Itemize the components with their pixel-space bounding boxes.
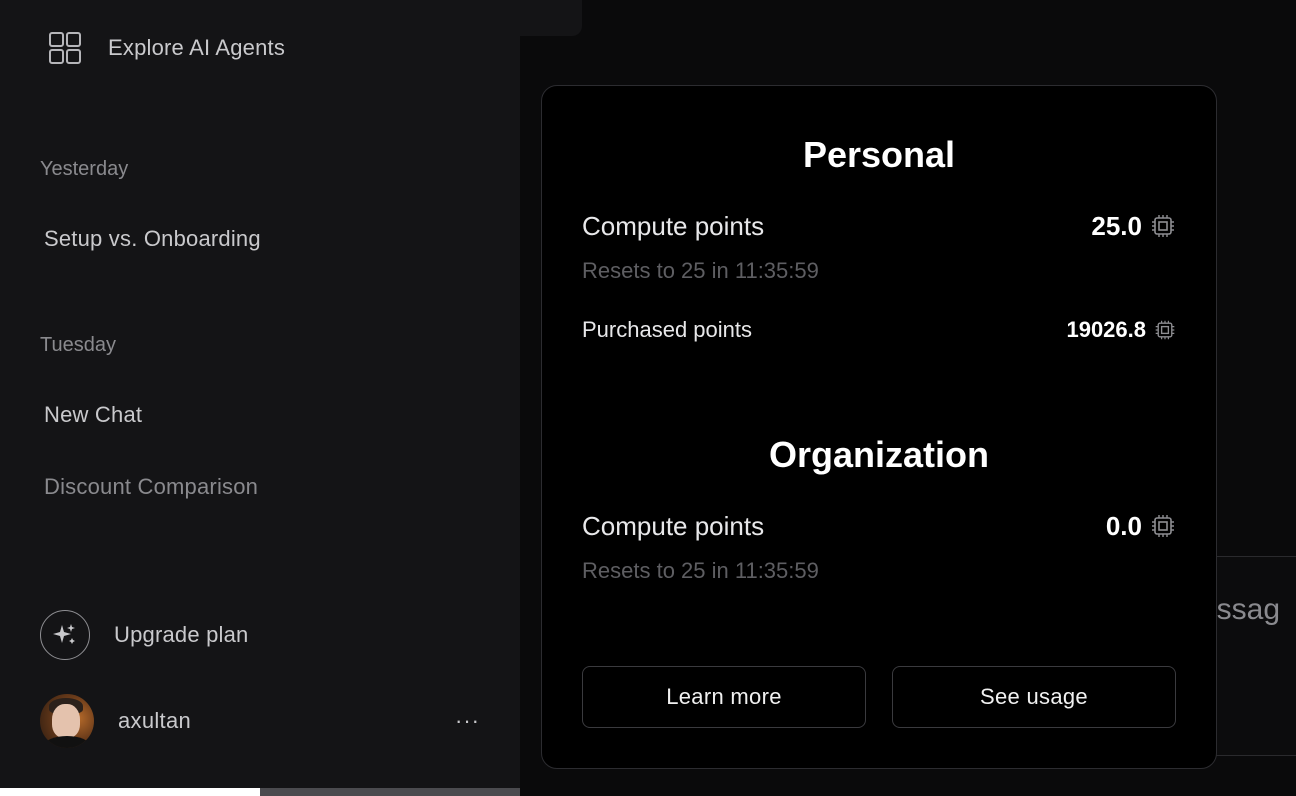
- explore-agents-link[interactable]: Explore AI Agents: [48, 30, 285, 66]
- personal-compute-row: Compute points 25.0: [582, 206, 1176, 246]
- user-profile-row[interactable]: axultan ···: [40, 694, 488, 748]
- chip-icon: [1150, 513, 1176, 539]
- header-tab-edge: [520, 0, 582, 36]
- chat-item-setup-vs-onboarding[interactable]: Setup vs. Onboarding: [44, 226, 261, 252]
- personal-heading: Personal: [802, 134, 956, 175]
- purchased-points-label: Purchased points: [582, 317, 752, 342]
- upgrade-plan-label: Upgrade plan: [114, 622, 249, 647]
- purchased-value-wrap: 19026.8: [1066, 317, 1176, 343]
- more-options-icon[interactable]: ···: [447, 708, 488, 734]
- chat-item-new-chat[interactable]: New Chat: [44, 402, 142, 428]
- avatar: [40, 694, 94, 748]
- organization-compute-label: Compute points: [582, 510, 765, 541]
- personal-reset-text: Resets to 25 in 11:35:59: [582, 258, 819, 283]
- points-popup: Personal Compute points 25.0 Resets to 2…: [541, 85, 1217, 769]
- personal-compute-value: 25.0: [1091, 210, 1142, 241]
- purchased-points-value: 19026.8: [1066, 317, 1146, 342]
- organization-compute-value: 0.0: [1105, 510, 1142, 541]
- chip-icon: [1154, 319, 1176, 341]
- purchased-points-row: Purchased points 19026.8: [582, 312, 1176, 348]
- personal-compute-value-wrap: 25.0: [1091, 211, 1176, 242]
- upgrade-plan-button[interactable]: Upgrade plan: [40, 610, 249, 660]
- explore-agents-label: Explore AI Agents: [108, 35, 286, 60]
- organization-heading: Organization: [768, 434, 989, 475]
- organization-compute-row: Compute points 0.0: [582, 506, 1176, 546]
- chat-item-discount-comparison[interactable]: Discount Comparison: [44, 474, 258, 500]
- organization-reset-text: Resets to 25 in 11:35:59: [582, 558, 819, 583]
- sidebar: Explore AI Agents Yesterday Setup vs. On…: [0, 0, 520, 796]
- organization-compute-value-wrap: 0.0: [1106, 511, 1176, 542]
- bottom-bar-track: [260, 788, 520, 796]
- grid-icon: [49, 32, 81, 64]
- bottom-bar-highlight: [0, 788, 260, 796]
- section-heading-yesterday: Yesterday: [40, 158, 129, 180]
- learn-more-button[interactable]: Learn more: [582, 666, 866, 728]
- username: axultan: [118, 708, 192, 733]
- sparkle-icon: [40, 610, 90, 660]
- section-heading-tuesday: Tuesday: [40, 334, 116, 356]
- chip-icon: [1150, 213, 1176, 239]
- see-usage-button[interactable]: See usage: [892, 666, 1176, 728]
- personal-compute-label: Compute points: [582, 210, 765, 241]
